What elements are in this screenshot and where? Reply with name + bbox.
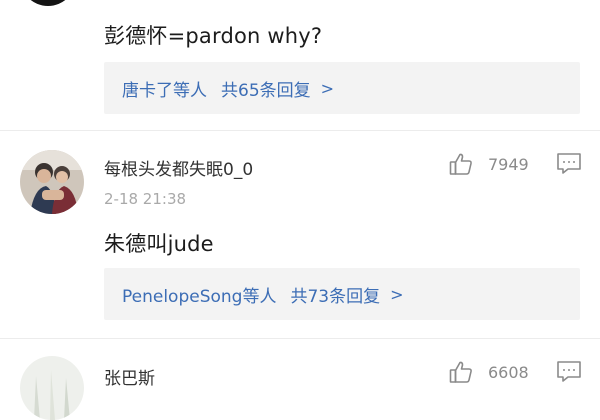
comment-timestamp: 2-18 21:38 (104, 190, 187, 208)
like-count: 6608 (488, 362, 529, 382)
reply-summary-link[interactable]: 唐卡了等人 共65条回复 > (104, 62, 580, 114)
avatar[interactable] (20, 150, 84, 214)
divider (0, 338, 600, 339)
chevron-right-icon: > (390, 284, 404, 304)
comment-username[interactable]: 每根头发都失眠0_0 (104, 155, 253, 180)
divider (0, 130, 600, 131)
like-button[interactable]: 7949 (448, 150, 529, 178)
comment-icon[interactable] (556, 152, 582, 176)
like-count: 7949 (488, 154, 529, 174)
comment-text: 朱德叫jude (104, 232, 214, 256)
reply-count-label: 共65条回复 (221, 80, 311, 101)
thumbs-up-icon (448, 151, 474, 177)
reply-count-label: 共73条回复 (290, 286, 381, 307)
reply-summary-link[interactable]: PenelopeSong等人 共73条回复 > (104, 268, 580, 320)
reply-users-label: 唐卡了等人 (122, 80, 207, 101)
avatar[interactable] (20, 0, 76, 6)
thumbs-up-icon (448, 359, 474, 385)
comment-username[interactable]: 张巴斯 (104, 364, 155, 389)
chevron-right-icon: > (320, 78, 335, 98)
comment-text: 彭德怀=pardon why? (104, 24, 323, 48)
like-button[interactable]: 6608 (448, 358, 529, 386)
comment-icon[interactable] (556, 360, 582, 384)
avatar[interactable] (20, 356, 84, 420)
reply-users-label: PenelopeSong等人 (122, 286, 277, 307)
